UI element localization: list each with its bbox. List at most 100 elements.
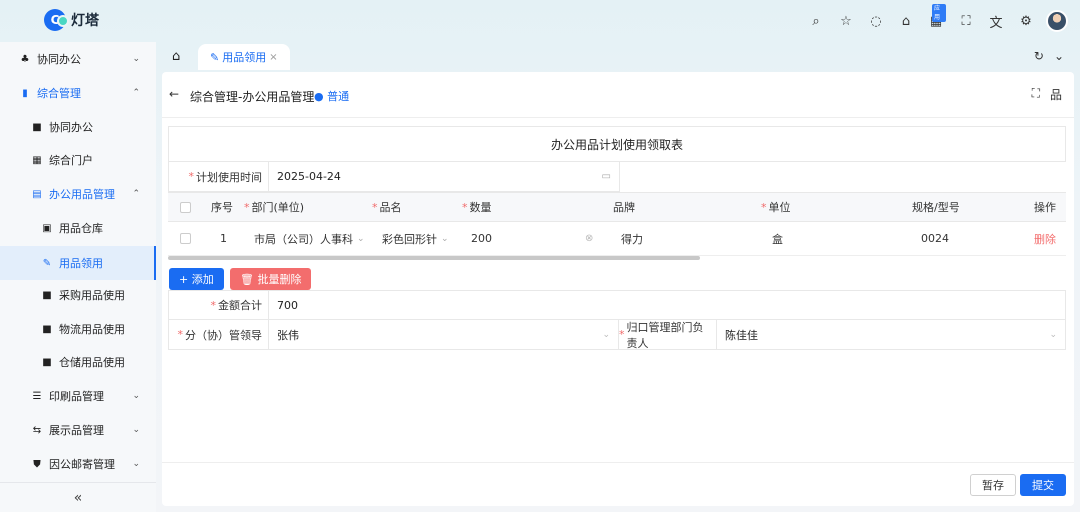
chevron-down-icon: ⌄	[132, 391, 140, 401]
dept-select[interactable]: 市局（公司）人事科 ⌄	[254, 222, 365, 255]
refresh-icon[interactable]: ↻	[1034, 49, 1044, 63]
unit-input[interactable]: 盒	[772, 222, 783, 255]
sidebar-item-label: 仓储用品使用	[59, 356, 125, 369]
batch-delete-button[interactable]: 🗑 批量删除	[230, 268, 312, 290]
header-brand: 品牌	[613, 193, 635, 221]
box-icon: ▣	[42, 222, 52, 234]
clear-icon[interactable]: ⊗	[585, 222, 593, 255]
header-qty: * 数量	[462, 193, 492, 221]
fullscreen-icon[interactable]: ⛶	[1032, 86, 1040, 103]
avatar[interactable]	[1046, 10, 1068, 32]
leader-select[interactable]: 张伟 ⌄	[269, 320, 619, 349]
doc-icon: ■	[32, 121, 42, 133]
chevron-down-icon: ⌄	[357, 233, 365, 244]
date-value: 2025-04-24	[277, 170, 341, 183]
qty-value: 200	[471, 232, 492, 245]
horizontal-scrollbar[interactable]	[168, 256, 1066, 260]
grid-icon: ▦	[32, 154, 42, 166]
app-logo[interactable]: C 灯塔	[44, 9, 99, 31]
dept-head-label-text: 归口管理部门负责人	[626, 320, 704, 350]
sidebar-item-storage[interactable]: ■ 仓储用品使用	[0, 347, 156, 377]
sidebar-item-label: 协同办公	[49, 121, 93, 134]
chevron-down-icon: ⌄	[602, 329, 610, 340]
home-icon[interactable]: ⌂	[172, 49, 180, 64]
submit-button[interactable]: 提交	[1020, 474, 1066, 496]
app-name: 灯塔	[71, 13, 99, 29]
chevron-down-icon[interactable]: ⌄	[1054, 49, 1064, 63]
edit-icon: ✎	[210, 50, 220, 64]
qty-input[interactable]: 200	[471, 222, 492, 255]
header-text: 数量	[469, 201, 492, 214]
sidebar-item-requisition[interactable]: ✎ 用品领用	[0, 246, 156, 280]
leader-label-text: 分（协）管领导	[185, 328, 262, 342]
required-mark: *	[619, 328, 625, 341]
dept-head-select[interactable]: 陈佳佳 ⌄	[717, 320, 1065, 349]
date-field[interactable]: 2025-04-24 ▭	[269, 162, 619, 191]
main-panel: ← 综合管理-办公用品管理 ● 普通 ⛶ 品 办公用品计划使用领取表 * 计划使用…	[162, 72, 1074, 506]
star-icon[interactable]: ☆	[836, 11, 856, 31]
chat-icon[interactable]: ◌	[866, 11, 886, 31]
brand-input[interactable]: 得力	[621, 222, 643, 255]
row-checkbox[interactable]	[180, 222, 191, 255]
sidebar-item-label: 物流用品使用	[59, 323, 125, 336]
sidebar-item-general-mgmt[interactable]: ▮ 综合管理 ⌃	[0, 78, 156, 108]
sidebar-item-label: 用品仓库	[59, 222, 103, 235]
spec-value: 0024	[921, 232, 949, 245]
sidebar-item-label: 综合门户	[49, 154, 93, 167]
amount-value: 700	[277, 298, 298, 312]
date-label-text: 计划使用时间	[196, 170, 262, 184]
save-draft-button[interactable]: 暂存	[970, 474, 1016, 496]
list-icon: ☰	[32, 390, 42, 402]
sidebar-item-mail[interactable]: ⛊ 因公邮寄管理 ⌄	[0, 449, 156, 479]
close-icon[interactable]: ×	[269, 52, 277, 63]
required-mark: *	[372, 200, 378, 214]
scrollbar-thumb[interactable]	[168, 256, 700, 260]
sidebar-item-office-supplies[interactable]: ▤ 办公用品管理 ⌃	[0, 179, 156, 209]
sidebar-item-label: 展示品管理	[49, 424, 104, 437]
sidebar-item-purchase[interactable]: ■ 采购用品使用	[0, 280, 156, 310]
add-row-button[interactable]: + 添加	[169, 268, 224, 290]
select-all-checkbox[interactable]	[180, 193, 191, 221]
required-mark: *	[462, 200, 468, 214]
spec-input[interactable]: 0024	[921, 222, 949, 255]
bell-icon[interactable]: ⌂	[896, 11, 916, 31]
chevron-down-icon: ⌄	[441, 233, 449, 244]
sidebar-item-collab[interactable]: ♣ 协同办公 ⌄	[0, 44, 156, 74]
apps-icon[interactable]: ▦应用	[926, 4, 946, 31]
back-icon[interactable]: ←	[169, 87, 179, 101]
items-table: 序号 * 部门(单位) * 品名 * 数量 品牌 * 单位 规格/型号 操作 1 市局（…	[168, 192, 1066, 256]
shield-icon: ⛊	[33, 458, 41, 470]
delete-row-link[interactable]: 删除	[1034, 222, 1056, 255]
chevron-up-icon: ⌃	[132, 189, 140, 199]
sidebar-item-warehouse[interactable]: ▣ 用品仓库	[0, 213, 156, 243]
translate-icon[interactable]: 文	[986, 11, 1006, 31]
collapse-sidebar-button[interactable]: «	[0, 482, 156, 512]
gear-icon[interactable]: ⚙	[1016, 11, 1036, 31]
header-text: 部门(单位)	[251, 201, 305, 214]
search-icon[interactable]: ⌕	[806, 11, 826, 31]
sidebar-item-logistics[interactable]: ■ 物流用品使用	[0, 314, 156, 344]
sidebar-item-collab-sub[interactable]: ■ 协同办公	[0, 112, 156, 142]
leader-label: * 分（协）管领导	[169, 320, 269, 349]
people-icon: ♣	[20, 53, 30, 65]
sidebar-item-print[interactable]: ☰ 印刷品管理 ⌄	[0, 381, 156, 411]
doc-icon: ■	[42, 323, 52, 335]
org-tree-icon[interactable]: 品	[1050, 86, 1062, 103]
checkbox-box	[180, 201, 191, 213]
sidebar-item-label: 印刷品管理	[49, 390, 104, 403]
leader-value: 张伟	[277, 328, 299, 342]
dept-head-label: * 归口管理部门负责人	[619, 320, 717, 350]
status-badge: ● 普通	[314, 90, 350, 103]
fullscreen-icon[interactable]: ⛶	[956, 11, 976, 31]
amount-label: * 金额合计	[169, 291, 269, 319]
header-action: 操作	[1034, 193, 1056, 221]
sidebar-item-portal[interactable]: ▦ 综合门户	[0, 145, 156, 175]
item-name-select[interactable]: 彩色回形针 ⌄	[382, 222, 449, 255]
top-toolbar: ⌕ ☆ ◌ ⌂ ▦应用 ⛶ 文 ⚙	[806, 4, 1068, 32]
required-mark: *	[244, 200, 250, 214]
row-index: 1	[220, 232, 227, 245]
sidebar: ♣ 协同办公 ⌄ ▮ 综合管理 ⌃ ■ 协同办公 ▦ 综合门户 ▤ 办公用品管理…	[0, 42, 156, 512]
dept-head-value: 陈佳佳	[725, 328, 758, 342]
sidebar-item-display[interactable]: ⇆ 展示品管理 ⌄	[0, 415, 156, 445]
tab-requisition[interactable]: ✎ 用品领用 ×	[198, 44, 290, 70]
